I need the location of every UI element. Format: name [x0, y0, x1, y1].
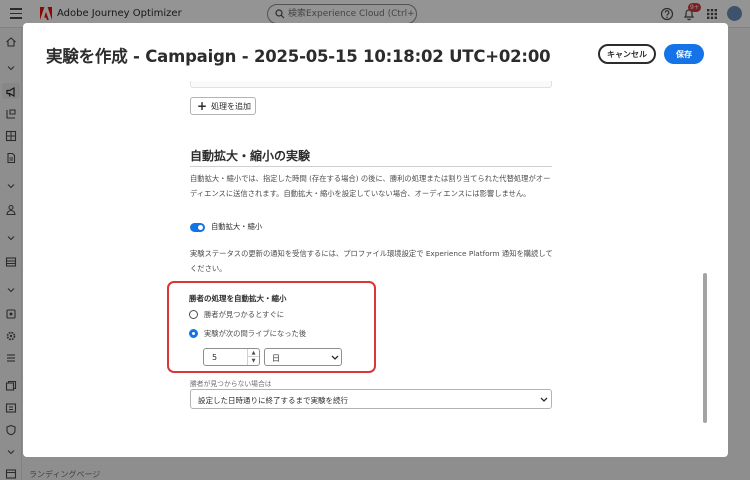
no-winner-label: 勝者が見つからない場合は	[190, 380, 272, 388]
cancel-button[interactable]: キャンセル	[598, 44, 656, 64]
section-description: 自動拡大・縮小では、指定した時間 (存在する場合) の後に、勝利の処理または割り…	[190, 174, 551, 198]
winner-heading: 勝者の処理を自動拡大・縮小	[189, 294, 287, 303]
toggle-label: 自動拡大・縮小	[211, 222, 263, 231]
chevron-down-icon	[540, 397, 548, 402]
duration-value: 5	[212, 353, 218, 362]
scrollbar[interactable]	[703, 273, 707, 423]
dialog-body[interactable]: + 処理を追加 自動拡大・縮小の実験 自動拡大・縮小では、指定した時間 (存在す…	[23, 81, 728, 457]
chevron-down-icon	[331, 355, 339, 360]
no-winner-select[interactable]: 設定した日時通りに終了するまで実験を続行	[190, 389, 552, 409]
radio-immediate-label[interactable]: 勝者が見つかるとすぐに	[204, 310, 284, 320]
duration-unit-select[interactable]: 日	[264, 348, 342, 366]
auto-scaling-toggle[interactable]	[190, 223, 205, 232]
add-treatment-label: 処理を追加	[211, 101, 252, 111]
dialog-title: 実験を作成 - Campaign - 2025-05-15 10:18:02 U…	[46, 47, 551, 66]
radio-after-duration[interactable]	[189, 329, 198, 338]
stepper-controls[interactable]: ▲ ▼	[247, 349, 259, 365]
no-winner-value: 設定した日時通りに終了するまで実験を続行	[198, 396, 348, 405]
duration-stepper[interactable]: 5 ▲ ▼	[203, 348, 260, 366]
duration-unit-value: 日	[272, 354, 280, 363]
section-title: 自動拡大・縮小の実験	[190, 149, 311, 163]
chevron-up-icon[interactable]: ▲	[248, 349, 259, 357]
radio-immediate[interactable]	[189, 310, 198, 319]
treatment-card	[190, 81, 552, 88]
radio-after-duration-label[interactable]: 実験が次の間ライブになった後	[204, 329, 306, 339]
section-divider	[190, 166, 552, 167]
plus-icon: +	[197, 99, 208, 113]
chevron-down-icon[interactable]: ▼	[248, 357, 259, 365]
add-treatment-button[interactable]: + 処理を追加	[190, 97, 256, 115]
notification-info-text: 実験ステータスの更新の通知を受信するには、プロファイル環境設定で Experie…	[190, 249, 553, 273]
create-experiment-dialog: 実験を作成 - Campaign - 2025-05-15 10:18:02 U…	[23, 23, 728, 457]
save-button[interactable]: 保存	[664, 44, 704, 64]
